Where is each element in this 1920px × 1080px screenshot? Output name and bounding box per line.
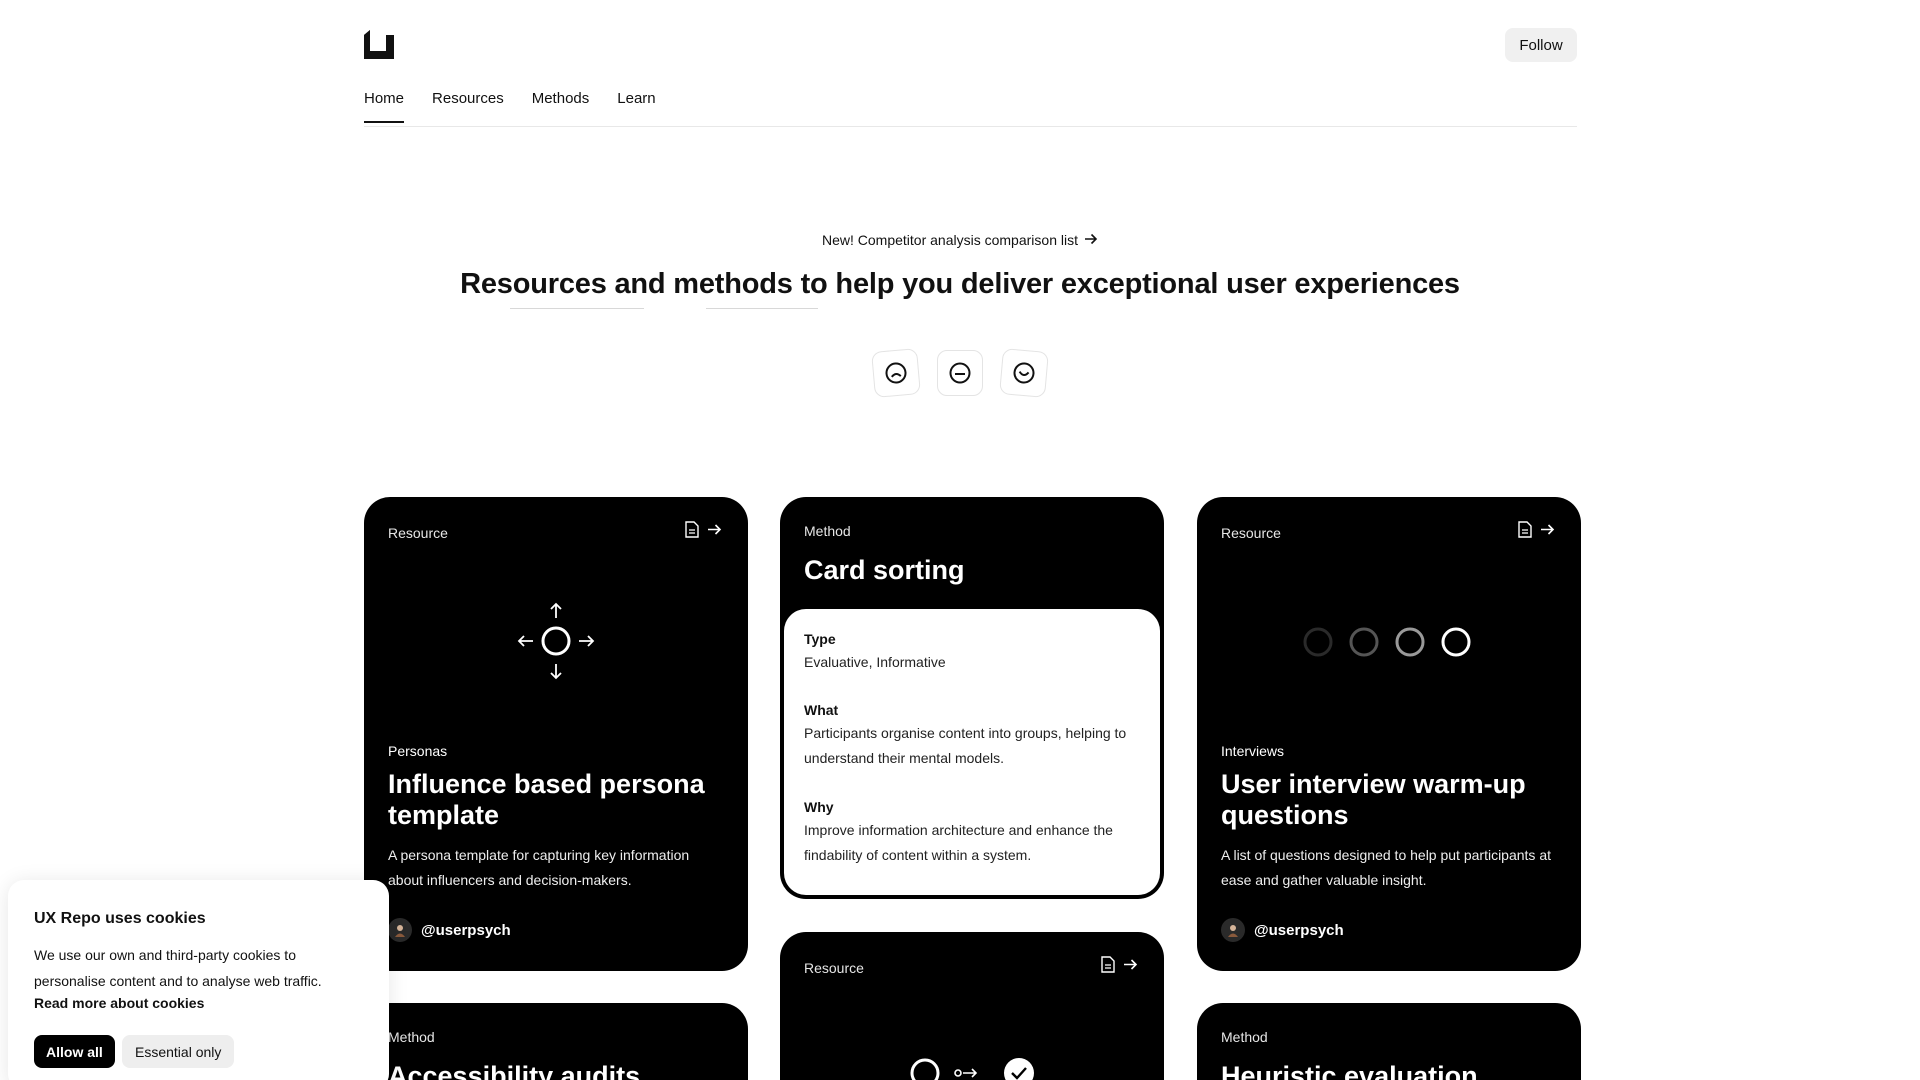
arrow-right-icon (1084, 232, 1098, 248)
page-headline: Resources and methods to help you delive… (460, 268, 1460, 300)
document-icon (1518, 521, 1532, 538)
avatar (1221, 918, 1245, 942)
influence-compass-icon (517, 602, 595, 680)
method-card-card-sorting[interactable]: Method Card sorting Type Evaluative, Inf… (780, 497, 1164, 899)
resource-card-interview[interactable]: Resource Interviews User interview warm-… (1197, 497, 1581, 971)
card-category: Personas (388, 743, 448, 759)
sad-face-icon (885, 362, 907, 384)
main-nav: Home Resources Methods Learn (364, 90, 656, 123)
essential-only-button[interactable]: Essential only (122, 1035, 235, 1068)
card-kind-label: Method (1221, 1029, 1268, 1045)
allow-all-button[interactable]: Allow all (34, 1035, 115, 1068)
neutral-face-icon (949, 362, 971, 384)
site-header: Follow Home Resources Methods Learn (364, 26, 1577, 127)
happy-face-icon (1013, 362, 1035, 384)
resource-card-checkmark[interactable]: Resource (780, 932, 1164, 1080)
announcement-link[interactable]: New! Competitor analysis comparison list (822, 232, 1098, 248)
card-kind-label: Method (388, 1029, 435, 1045)
headline-underline-methods (706, 308, 818, 309)
author-handle: @userpsych (1254, 921, 1344, 939)
method-card-accessibility-audits[interactable]: Method Accessibility audits (364, 1003, 748, 1080)
card-resource-icons (685, 521, 722, 538)
announcement-banner: New! Competitor analysis comparison list (0, 232, 1920, 248)
card-kind-label: Resource (388, 525, 448, 541)
card-kind-label: Method (804, 523, 851, 539)
why-label: Why (804, 799, 834, 815)
announcement-text: New! Competitor analysis comparison list (822, 232, 1078, 248)
author-handle: @userpsych (421, 921, 511, 939)
nav-item-methods[interactable]: Methods (532, 90, 590, 123)
card-resource-icons (1518, 521, 1555, 538)
arrow-right-icon (708, 524, 722, 535)
cookie-title: UX Repo uses cookies (34, 910, 206, 927)
cookie-body: We use our own and third-party cookies t… (34, 947, 322, 989)
card-title: Card sorting (804, 555, 965, 585)
card-kind-label: Resource (804, 960, 864, 976)
card-resource-icons (1101, 956, 1138, 973)
type-label: Type (804, 631, 836, 647)
card-category: Interviews (1221, 743, 1285, 759)
method-details-panel: Type Evaluative, Informative What Partic… (784, 609, 1160, 895)
type-value: Evaluative, Informative (804, 654, 946, 670)
happy-face-button[interactable] (999, 348, 1049, 398)
method-card-heuristic-evaluation[interactable]: Method Heuristic evaluation (1197, 1003, 1581, 1080)
card-description: A list of questions designed to help put… (1221, 847, 1551, 888)
sad-face-button[interactable] (871, 348, 921, 398)
ux-repo-logo-icon[interactable] (364, 29, 394, 59)
nav-item-home[interactable]: Home (364, 90, 405, 123)
what-label: What (804, 702, 839, 718)
card-title: Heuristic evaluation (1221, 1061, 1478, 1080)
arrow-right-icon (1124, 959, 1138, 970)
cookie-read-more-link[interactable]: Read more about cookies (34, 995, 204, 1011)
card-author[interactable]: @userpsych (388, 918, 511, 942)
cookie-banner: UX Repo uses cookies We use our own and … (8, 880, 389, 1080)
card-description: A persona template for capturing key inf… (388, 847, 690, 888)
warm-up-circles-icon (1303, 627, 1471, 657)
document-icon (1101, 956, 1115, 973)
what-value: Participants organise content into group… (804, 725, 1127, 766)
card-title: Influence based persona template (388, 769, 705, 830)
arrow-right-icon (1541, 524, 1555, 535)
card-kind-label: Resource (1221, 525, 1281, 541)
resource-card-persona[interactable]: Resource Personas Influence based person… (364, 497, 748, 971)
headline-underline-resources (510, 308, 644, 309)
nav-item-resources[interactable]: Resources (432, 90, 504, 123)
card-author[interactable]: @userpsych (1221, 918, 1344, 942)
completion-flow-icon (910, 1058, 1034, 1080)
document-icon (685, 521, 699, 538)
neutral-face-button[interactable] (937, 350, 983, 396)
card-title: Accessibility audits (388, 1061, 641, 1080)
nav-item-learn[interactable]: Learn (617, 90, 655, 123)
follow-button[interactable]: Follow (1505, 28, 1577, 62)
feedback-faces (0, 348, 1920, 398)
why-value: Improve information architecture and enh… (804, 822, 1113, 863)
avatar (388, 918, 412, 942)
nav-divider (364, 126, 1577, 127)
card-title: User interview warm-up questions (1221, 769, 1526, 830)
